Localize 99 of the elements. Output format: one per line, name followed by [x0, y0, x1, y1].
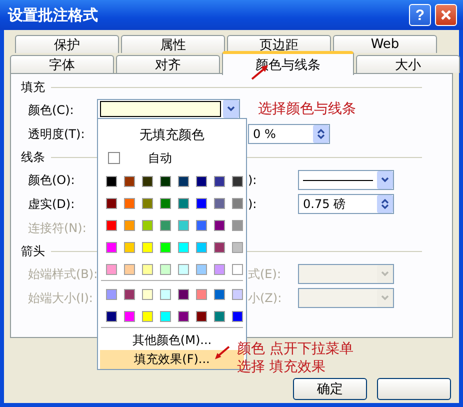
window-title: 设置批注格式: [8, 6, 99, 24]
close-button[interactable]: [435, 4, 457, 26]
color-swatch[interactable]: [160, 198, 171, 209]
group-heading: 箭头: [21, 242, 45, 260]
color-swatch[interactable]: [106, 198, 117, 209]
spinner-arrows-icon: [381, 198, 389, 210]
color-swatch[interactable]: [196, 288, 207, 300]
tab[interactable]: 字体: [10, 55, 114, 73]
color-swatch[interactable]: [142, 310, 153, 322]
color-swatch[interactable]: [232, 242, 243, 253]
field-label: 虚实(D):: [27, 196, 76, 212]
color-swatch[interactable]: [142, 220, 153, 231]
color-swatch[interactable]: [214, 288, 225, 300]
field-label: 始端大小(I):: [27, 290, 94, 306]
color-swatch[interactable]: [160, 310, 171, 322]
tab[interactable]: 对齐: [116, 55, 220, 73]
color-swatch[interactable]: [106, 310, 117, 322]
group-heading: 线条: [21, 148, 45, 166]
color-swatch[interactable]: [142, 242, 153, 253]
color-swatch[interactable]: [196, 220, 207, 231]
color-swatch[interactable]: [178, 264, 189, 275]
color-swatch[interactable]: [196, 242, 207, 253]
close-icon: [440, 9, 452, 21]
transparency-field[interactable]: 0 %: [248, 124, 330, 144]
tab[interactable]: 属性: [121, 35, 225, 53]
field-label: 小(Z):: [248, 290, 283, 306]
tab[interactable]: Web: [333, 35, 437, 53]
color-swatch[interactable]: [142, 288, 153, 300]
end-style-dropdown[interactable]: [298, 264, 394, 284]
color-swatch[interactable]: [214, 242, 225, 253]
color-swatch[interactable]: [106, 264, 117, 275]
color-swatch[interactable]: [124, 176, 135, 187]
field-label: 式(E):: [248, 266, 282, 282]
color-swatch[interactable]: [196, 264, 207, 275]
line-style-dropdown[interactable]: [298, 170, 394, 190]
color-swatch[interactable]: [232, 264, 243, 275]
color-swatch[interactable]: [106, 176, 117, 187]
color-swatch[interactable]: [124, 198, 135, 209]
color-swatch[interactable]: [178, 242, 189, 253]
color-swatch[interactable]: [214, 220, 225, 231]
help-button[interactable]: ?: [409, 4, 431, 26]
automatic-option[interactable]: 自动: [98, 149, 246, 168]
tab[interactable]: 保护: [15, 35, 119, 53]
color-swatch[interactable]: [106, 242, 117, 253]
line-weight-field[interactable]: 0.75 磅: [298, 194, 394, 214]
color-swatch[interactable]: [178, 176, 189, 187]
color-swatch[interactable]: [124, 288, 135, 300]
color-swatch[interactable]: [124, 310, 135, 322]
color-swatch[interactable]: [232, 220, 243, 231]
color-swatch[interactable]: [106, 220, 117, 231]
color-swatch[interactable]: [214, 176, 225, 187]
color-swatch[interactable]: [160, 264, 171, 275]
color-swatch[interactable]: [178, 198, 189, 209]
checkbox[interactable]: [108, 152, 120, 164]
color-swatch[interactable]: [232, 288, 243, 300]
color-swatch[interactable]: [196, 176, 207, 187]
field-label: ):: [248, 197, 258, 211]
chevron-down-icon: [381, 177, 389, 183]
color-swatch[interactable]: [160, 288, 171, 300]
color-swatch[interactable]: [178, 220, 189, 231]
color-swatch[interactable]: [124, 242, 135, 253]
field-label: 颜色(O):: [27, 172, 76, 188]
color-swatch[interactable]: [232, 176, 243, 187]
chevron-down-icon: [227, 106, 235, 112]
color-swatch[interactable]: [160, 176, 171, 187]
tab[interactable]: 大小: [356, 55, 460, 73]
color-swatch[interactable]: [214, 198, 225, 209]
color-swatch[interactable]: [232, 198, 243, 209]
button[interactable]: [377, 378, 451, 400]
arrow-icon: [214, 346, 230, 360]
color-swatch[interactable]: [178, 310, 189, 322]
color-swatch[interactable]: [106, 288, 117, 300]
field-label: 颜色(C):: [27, 102, 75, 118]
color-swatch[interactable]: [214, 310, 225, 322]
field-label: 连接符(N):: [27, 220, 88, 236]
field-label: 始端样式(B):: [27, 266, 98, 282]
color-swatch[interactable]: [142, 264, 153, 275]
spinner-arrows-icon: [317, 128, 325, 140]
color-swatch[interactable]: [178, 288, 189, 300]
group-heading: 填充: [21, 78, 45, 96]
chevron-down-icon: [381, 271, 389, 277]
field-label: 透明度(T):: [27, 126, 86, 142]
color-swatch[interactable]: [196, 198, 207, 209]
color-swatch[interactable]: [124, 220, 135, 231]
color-swatch[interactable]: [142, 198, 153, 209]
field-label: ):: [248, 173, 258, 187]
color-swatch[interactable]: [142, 176, 153, 187]
ok-button[interactable]: 确定: [293, 378, 367, 400]
fill-color-dropdown[interactable]: [97, 99, 240, 119]
color-swatch[interactable]: [160, 220, 171, 231]
color-swatch[interactable]: [196, 310, 207, 322]
annotation-text: 选择颜色与线条: [258, 100, 356, 118]
color-swatch[interactable]: [160, 242, 171, 253]
color-swatch[interactable]: [232, 310, 243, 322]
no-fill-option[interactable]: 无填充颜色: [98, 121, 246, 150]
chevron-down-icon: [381, 295, 389, 301]
end-size-dropdown[interactable]: [298, 288, 394, 308]
color-swatch[interactable]: [214, 264, 225, 275]
color-swatch[interactable]: [124, 264, 135, 275]
